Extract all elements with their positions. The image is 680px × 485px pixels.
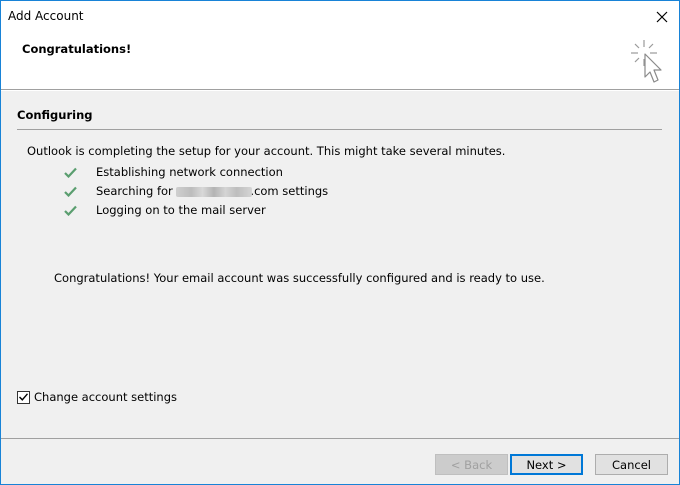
step-label-suffix: .com settings <box>250 184 329 198</box>
title-bar: Add Account <box>1 1 679 32</box>
wizard-sparkle-cursor-icon <box>631 40 662 83</box>
back-button[interactable]: < Back <box>435 454 508 475</box>
change-account-settings-checkbox[interactable] <box>17 390 30 404</box>
step-logon: Logging on to the mail server <box>63 202 266 218</box>
status-intro-text: Outlook is completing the setup for your… <box>27 144 506 158</box>
step-settings: Searching for .com settings <box>63 183 328 199</box>
checkmark-icon <box>63 184 77 198</box>
result-message: Congratulations! Your email account was … <box>54 271 545 285</box>
wizard-header: Congratulations! <box>1 32 679 90</box>
checkbox-checkmark-icon <box>19 393 28 401</box>
close-button[interactable] <box>645 1 679 32</box>
close-icon <box>656 11 668 22</box>
step-label-prefix: Searching for <box>96 184 177 198</box>
checkmark-icon <box>63 165 77 179</box>
cancel-button[interactable]: Cancel <box>595 454 668 475</box>
add-account-dialog: Add Account Congratulations! Configuring <box>0 0 680 485</box>
button-bar: < Back Next > Cancel <box>1 438 679 484</box>
step-network: Establishing network connection <box>63 164 283 180</box>
change-account-settings-option[interactable]: Change account settings <box>17 390 177 404</box>
section-divider <box>17 129 662 130</box>
checkbox-label[interactable]: Change account settings <box>34 390 177 404</box>
checkmark-icon <box>63 203 77 217</box>
section-title: Configuring <box>17 108 93 122</box>
step-label: Logging on to the mail server <box>96 203 266 217</box>
step-label: Establishing network connection <box>96 165 283 179</box>
redacted-domain <box>176 186 253 197</box>
window-title: Add Account <box>8 9 84 23</box>
page-title: Congratulations! <box>22 42 132 56</box>
wizard-content: Configuring Outlook is completing the se… <box>1 91 679 438</box>
next-button[interactable]: Next > <box>510 454 583 475</box>
